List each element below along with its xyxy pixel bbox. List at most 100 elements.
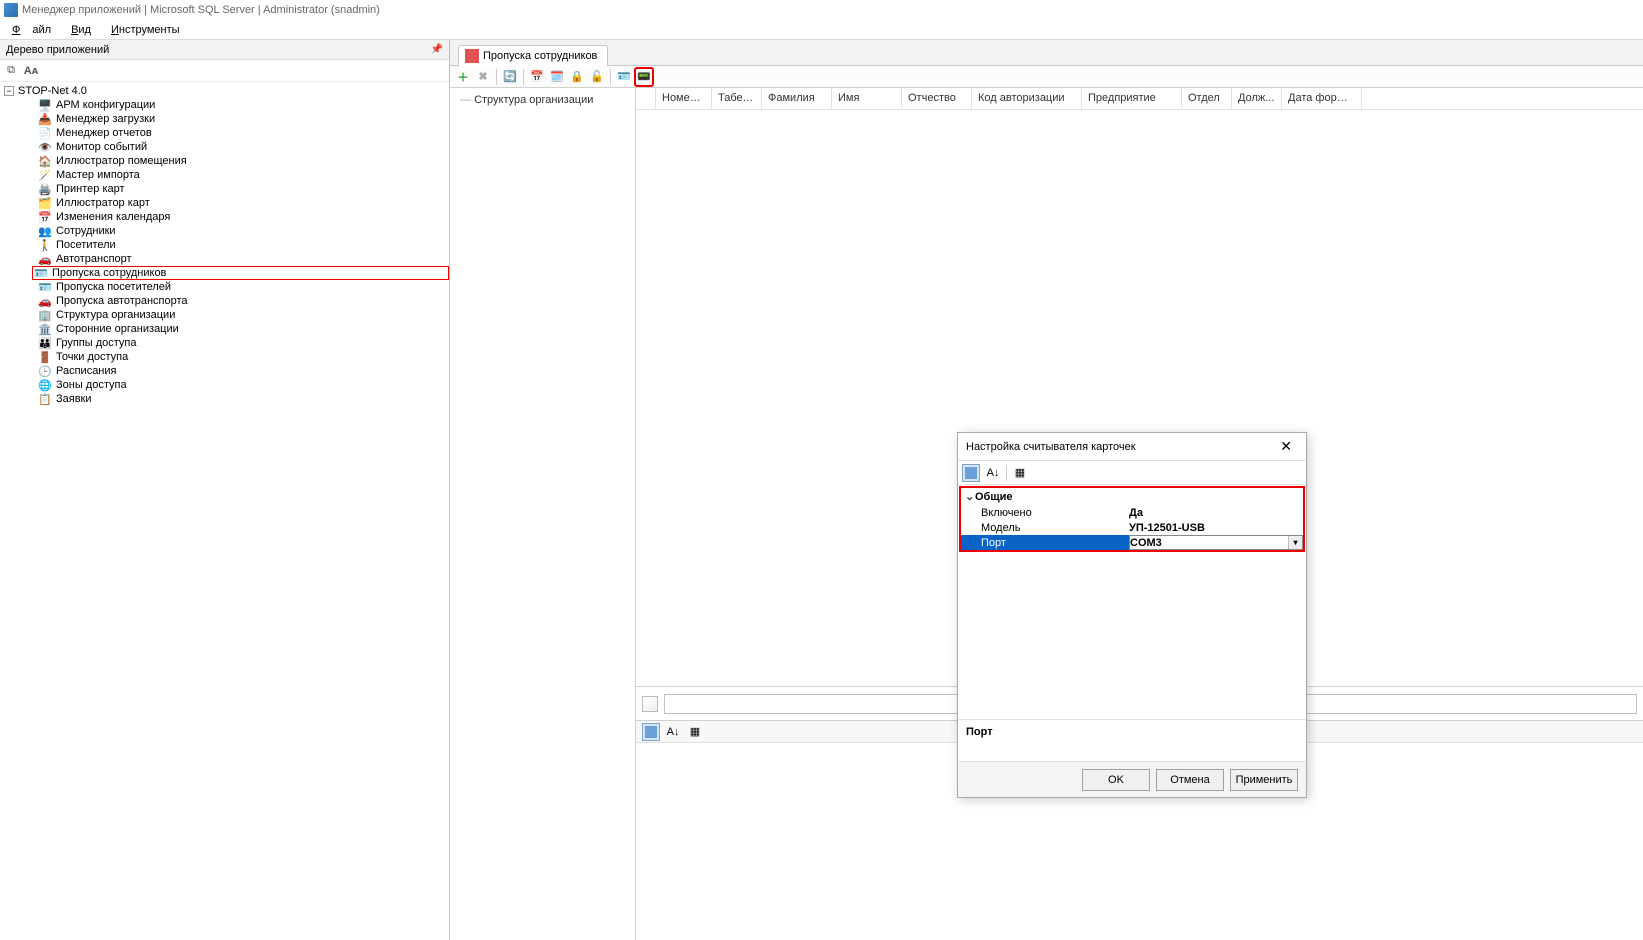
column-header[interactable]: Отчество <box>902 88 972 109</box>
card-reader-settings-button[interactable]: 📟 <box>635 68 653 86</box>
tree-item[interactable]: 🪪Пропуска посетителей <box>38 280 449 294</box>
pages-icon[interactable]: ▦ <box>686 723 704 741</box>
tree-item[interactable]: 🚗Пропуска автотранспорта <box>38 294 449 308</box>
tree-item[interactable]: 🪪Пропуска сотрудников <box>32 266 449 280</box>
column-header[interactable]: Долж... <box>1232 88 1282 109</box>
column-header[interactable]: Предприятие <box>1082 88 1182 109</box>
column-header[interactable]: Номер ... <box>656 88 712 109</box>
tree-item[interactable]: 👁️Монитор событий <box>38 140 449 154</box>
tab-employee-passes[interactable]: Пропуска сотрудников <box>458 45 608 66</box>
menu-tools[interactable]: Инструменты <box>105 22 186 38</box>
separator <box>610 69 611 85</box>
tree-item[interactable]: 🌐Зоны доступа <box>38 378 449 392</box>
alphabetical-icon[interactable]: A↓ <box>664 723 682 741</box>
close-icon[interactable]: ✕ <box>1274 436 1298 457</box>
tree-item[interactable]: 🗂️Иллюстратор карт <box>38 196 449 210</box>
app-tree: − STOP-Net 4.0 🖥️АРМ конфигурации📥Менедж… <box>0 82 449 940</box>
add-button[interactable]: ＋ <box>454 68 472 86</box>
tree-item[interactable]: 👥Сотрудники <box>38 224 449 238</box>
tree-item[interactable]: 🖨️Принтер карт <box>38 182 449 196</box>
dialog-buttons: OK Отмена Применить <box>958 761 1306 797</box>
menu-file[interactable]: Файл <box>6 22 57 38</box>
tree-item-label: Монитор событий <box>56 141 147 153</box>
tree-item[interactable]: 🚶Посетители <box>38 238 449 252</box>
column-header[interactable]: Имя <box>832 88 902 109</box>
tree-item[interactable]: 👪Группы доступа <box>38 336 449 350</box>
tree-item-label: Посетители <box>56 239 116 251</box>
item-icon: 🪄 <box>38 168 52 182</box>
item-icon: 🖥️ <box>38 98 52 112</box>
unlock-button[interactable]: 🔓 <box>588 68 606 86</box>
calendar-button[interactable]: 📅 <box>528 68 546 86</box>
prop-value[interactable]: Да <box>1129 505 1303 520</box>
prop-row-model[interactable]: Модель УП-12501-USB <box>961 520 1303 535</box>
apply-button[interactable]: Применить <box>1230 769 1298 791</box>
refresh-button[interactable]: 🔄 <box>501 68 519 86</box>
tree-item[interactable]: 🪄Мастер импорта <box>38 168 449 182</box>
column-header[interactable]: Отдел <box>1182 88 1232 109</box>
tree-item[interactable]: 🏢Структура организации <box>38 308 449 322</box>
cancel-button[interactable]: Отмена <box>1156 769 1224 791</box>
tree-item-label: Структура организации <box>56 309 175 321</box>
delete-button[interactable]: ✖ <box>474 68 492 86</box>
calendar14-button[interactable]: 🗓️ <box>548 68 566 86</box>
tree-item[interactable]: 📄Менеджер отчетов <box>38 126 449 140</box>
card-one-button[interactable]: 🪪 <box>615 68 633 86</box>
dropdown-icon[interactable]: ▾ <box>1288 536 1302 549</box>
column-header[interactable]: Фамилия <box>762 88 832 109</box>
prop-key: Включено <box>961 505 1129 520</box>
separator <box>523 69 524 85</box>
chevron-down-icon[interactable]: ⌄ <box>965 490 975 503</box>
prop-value[interactable]: COM3 ▾ <box>1129 535 1303 550</box>
lock-button[interactable]: 🔒 <box>568 68 586 86</box>
font-icon[interactable]: Aᴀ <box>24 64 38 78</box>
column-header[interactable]: Дата формир... <box>1282 88 1362 109</box>
tree-root[interactable]: − STOP-Net 4.0 <box>4 84 449 98</box>
column-header[interactable]: Табель... <box>712 88 762 109</box>
categorized-icon[interactable] <box>962 464 980 482</box>
tree-item[interactable]: 🖥️АРМ конфигурации <box>38 98 449 112</box>
item-icon: 📅 <box>38 210 52 224</box>
filter-clear-icon[interactable] <box>642 696 658 712</box>
column-header[interactable]: Код авторизации <box>972 88 1082 109</box>
tree-item[interactable]: 🚗Автотранспорт <box>38 252 449 266</box>
row-header-spacer <box>636 88 656 109</box>
tab-title: Пропуска сотрудников <box>483 50 597 62</box>
category-general[interactable]: ⌄ Общие <box>961 488 1303 505</box>
tree-item-label: Пропуска сотрудников <box>52 267 166 279</box>
prop-row-enabled[interactable]: Включено Да <box>961 505 1303 520</box>
prop-key: Модель <box>961 520 1129 535</box>
item-icon: 📋 <box>38 392 52 406</box>
dialog-body <box>958 553 1306 719</box>
tree-item-label: Сотрудники <box>56 225 116 237</box>
categorized-icon[interactable] <box>642 723 660 741</box>
collapse-icon[interactable]: ⧉ <box>4 64 18 78</box>
property-description: Порт <box>958 719 1306 761</box>
prop-key: Порт <box>961 535 1129 550</box>
dialog-title: Настройка считывателя карточек <box>966 441 1136 453</box>
pin-icon[interactable]: 📌 <box>431 44 443 55</box>
tree-item[interactable]: 🚪Точки доступа <box>38 350 449 364</box>
org-root[interactable]: Структура организации <box>460 94 625 106</box>
prop-row-port[interactable]: Порт COM3 ▾ <box>961 535 1303 550</box>
pages-icon[interactable]: ▦ <box>1011 464 1029 482</box>
item-icon: 🪪 <box>38 280 52 294</box>
tree-item[interactable]: 📋Заявки <box>38 392 449 406</box>
tree-item[interactable]: 📅 Изменения календаря <box>38 210 449 224</box>
tab-strip: Пропуска сотрудников <box>450 40 1643 66</box>
app-icon <box>4 3 18 17</box>
tree-item-label: Группы доступа <box>56 337 136 349</box>
tree-item[interactable]: 📥Менеджер загрузки <box>38 112 449 126</box>
alphabetical-icon[interactable]: A↓ <box>984 464 1002 482</box>
tree-item-label: Изменения календаря <box>56 211 170 223</box>
menu-view[interactable]: Вид <box>65 22 97 38</box>
ok-button[interactable]: OK <box>1082 769 1150 791</box>
tree-item[interactable]: 🏛️Сторонние организации <box>38 322 449 336</box>
tree-item[interactable]: 🕒Расписания <box>38 364 449 378</box>
collapse-toggle-icon[interactable]: − <box>4 86 14 96</box>
tree-item[interactable]: 🏠Иллюстратор помещения <box>38 154 449 168</box>
prop-value[interactable]: УП-12501-USB <box>1129 520 1303 535</box>
app-tree-panel: Дерево приложений 📌 ⧉ Aᴀ − STOP-Net 4.0 … <box>0 40 450 940</box>
tree-item-label: Автотранспорт <box>56 253 132 265</box>
item-icon: 🏠 <box>38 154 52 168</box>
